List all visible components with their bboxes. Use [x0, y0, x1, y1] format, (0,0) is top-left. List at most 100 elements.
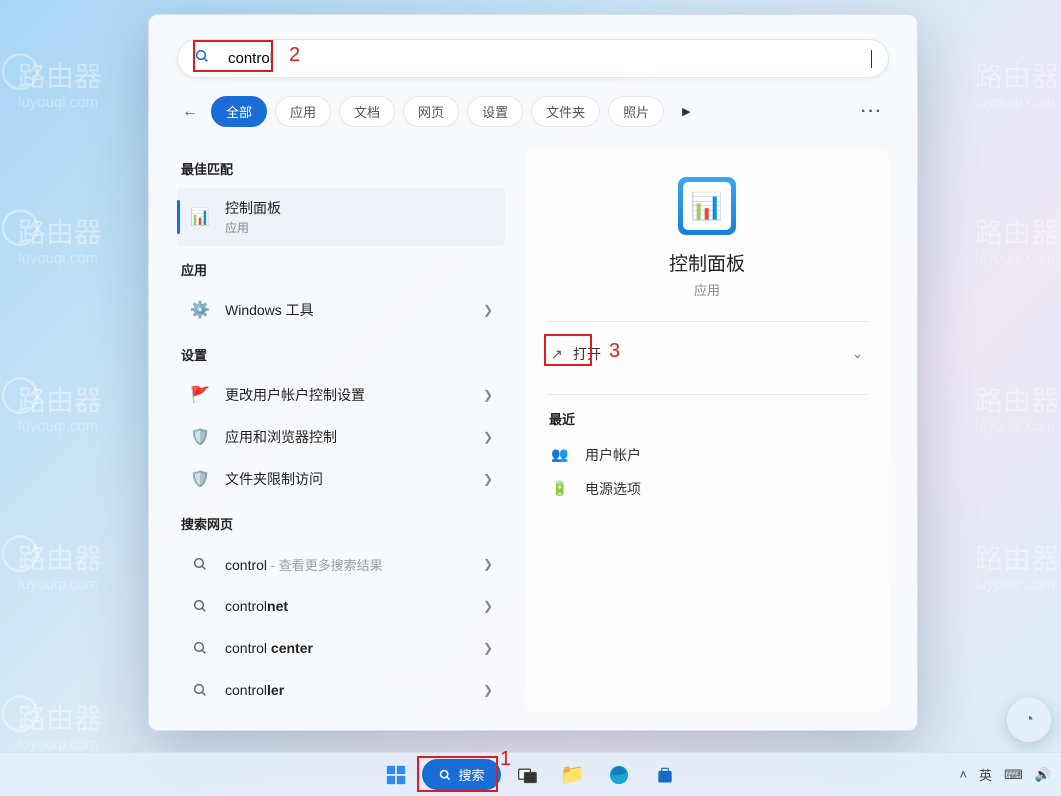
detail-type: 应用 [547, 280, 867, 299]
watermark-brand: 路由器 [975, 216, 1059, 250]
filter-folders[interactable]: 文件夹 [531, 96, 600, 127]
watermark-brand: 路由器 [18, 702, 102, 736]
recent-label: 电源选项 [585, 479, 641, 499]
app-result-label: Windows 工具 [225, 300, 475, 320]
power-icon: 🔋 [551, 480, 573, 498]
watermark-brand: 路由器 [18, 384, 102, 418]
chevron-down-icon[interactable]: ⌄ [852, 346, 863, 362]
watermark-domain: luyouqi.com [975, 576, 1059, 593]
taskview-icon[interactable] [507, 755, 547, 795]
flag-icon: 🚩 [189, 384, 211, 406]
filter-apps[interactable]: 应用 [275, 96, 331, 127]
store-icon[interactable] [645, 755, 685, 795]
web-suggest-prefix: control [225, 598, 267, 614]
open-action[interactable]: ↗ 打开 ⌄ [547, 336, 867, 372]
section-settings: 设置 [181, 345, 501, 364]
chevron-right-icon: ❯ [483, 641, 493, 655]
web-suggest-prefix: control [225, 557, 267, 573]
filter-all[interactable]: 全部 [211, 96, 267, 127]
news-widget-icon[interactable]: ◔ [1007, 698, 1051, 742]
app-result-item[interactable]: ⚙️ Windows 工具 ❯ [177, 289, 505, 331]
recent-item[interactable]: 👥 用户帐户 [547, 438, 867, 472]
search-panel: ← 全部 应用 文档 网页 设置 文件夹 照片 ▶ ··· 最佳匹配 控制面板 … [148, 14, 918, 731]
watermark-domain: luyouqi.com [975, 94, 1059, 111]
web-suggest-bold: ler [267, 682, 284, 698]
watermark-domain: luyouqi.com [18, 94, 102, 111]
web-suggest-item[interactable]: control - 查看更多搜索结果 ❯ [177, 543, 505, 585]
edge-browser-icon[interactable] [599, 755, 639, 795]
chevron-right-icon: ❯ [483, 683, 493, 697]
divider [547, 321, 867, 322]
taskbar-search-button[interactable]: 搜索 [422, 759, 500, 790]
volume-icon[interactable]: 🔊 [1035, 767, 1051, 783]
search-icon [189, 595, 211, 617]
watermark-icon: ◯ [0, 690, 40, 732]
watermark-icon: ◯ [0, 48, 40, 90]
watermark-domain: luyouqi.com [18, 736, 102, 753]
watermark-icon: ◯ [0, 372, 40, 414]
settings-result-item[interactable]: 🚩 更改用户帐户控制设置 ❯ [177, 374, 505, 416]
watermark-brand: 路由器 [975, 542, 1059, 576]
chevron-right-icon: ❯ [483, 388, 493, 402]
divider [547, 394, 867, 395]
watermark-domain: luyouqi.com [18, 250, 102, 267]
search-input[interactable] [220, 40, 887, 77]
watermark-brand: 路由器 [975, 384, 1059, 418]
chevron-right-icon: ❯ [483, 557, 493, 571]
watermark-icon: ◯ [0, 204, 40, 246]
watermark-domain: luyouqi.com [18, 418, 102, 435]
back-button[interactable]: ← [177, 103, 203, 121]
chevron-right-icon: ❯ [483, 472, 493, 486]
tray-chevron-icon[interactable]: ˄ [959, 767, 967, 782]
settings-result-item[interactable]: 🛡️ 应用和浏览器控制 ❯ [177, 416, 505, 458]
open-external-icon: ↗ [551, 346, 573, 363]
ime-language[interactable]: 英 [979, 765, 992, 784]
open-label: 打开 [573, 344, 601, 364]
chevron-right-icon: ❯ [483, 303, 493, 317]
filter-docs[interactable]: 文档 [339, 96, 395, 127]
watermark-domain: luyouqi.com [975, 250, 1059, 267]
section-web: 搜索网页 [181, 514, 501, 533]
chevron-right-icon: ❯ [483, 599, 493, 613]
shield-icon: 🛡️ [189, 468, 211, 490]
users-icon: 👥 [551, 446, 573, 464]
filter-row: ← 全部 应用 文档 网页 设置 文件夹 照片 ▶ ··· [149, 92, 917, 145]
control-panel-icon [189, 206, 211, 228]
file-explorer-icon[interactable]: 📁 [553, 755, 593, 795]
search-field-wrap[interactable] [177, 39, 889, 78]
watermark-brand: 路由器 [975, 60, 1059, 94]
detail-column: 📊 控制面板 应用 ↗ 打开 ⌄ 最近 👥 用户帐户 🔋 电源选项 [525, 149, 889, 711]
search-icon [189, 637, 211, 659]
more-filters-icon[interactable]: ▶ [676, 105, 696, 118]
search-icon [189, 553, 211, 575]
section-apps: 应用 [181, 260, 501, 279]
taskbar: 搜索 📁 ˄ 英 ⌨ 🔊 [0, 752, 1061, 796]
best-match-subtitle: 应用 [225, 219, 493, 236]
detail-app-icon: 📊 [678, 177, 736, 235]
recent-item[interactable]: 🔋 电源选项 [547, 472, 867, 506]
settings-result-label: 文件夹限制访问 [225, 469, 475, 489]
best-match-title: 控制面板 [225, 198, 493, 218]
web-suggest-item[interactable]: controlnet ❯ [177, 585, 505, 627]
search-icon [189, 679, 211, 701]
web-suggest-item[interactable]: control center ❯ [177, 627, 505, 669]
options-menu-icon[interactable]: ··· [855, 103, 889, 121]
web-suggest-bold: net [267, 598, 288, 614]
web-suggest-bold: center [271, 640, 313, 656]
settings-result-item[interactable]: 🛡️ 文件夹限制访问 ❯ [177, 458, 505, 500]
filter-photos[interactable]: 照片 [608, 96, 664, 127]
filter-web[interactable]: 网页 [403, 96, 459, 127]
settings-result-label: 更改用户帐户控制设置 [225, 385, 475, 405]
section-best-match: 最佳匹配 [181, 159, 501, 178]
filter-settings[interactable]: 设置 [467, 96, 523, 127]
web-suggest-hint: - 查看更多搜索结果 [267, 558, 383, 573]
web-suggest-prefix: control [225, 640, 271, 656]
web-suggest-item[interactable]: controller ❯ [177, 669, 505, 711]
results-column: 最佳匹配 控制面板 应用 应用 ⚙️ Windows 工具 ❯ 设置 🚩 更改用… [177, 145, 505, 711]
shield-icon: 🛡️ [189, 426, 211, 448]
ime-toggle-icon[interactable]: ⌨ [1004, 767, 1023, 783]
chevron-right-icon: ❯ [483, 430, 493, 444]
best-match-item[interactable]: 控制面板 应用 [177, 188, 505, 246]
start-button[interactable] [376, 755, 416, 795]
detail-title: 控制面板 [547, 249, 867, 276]
